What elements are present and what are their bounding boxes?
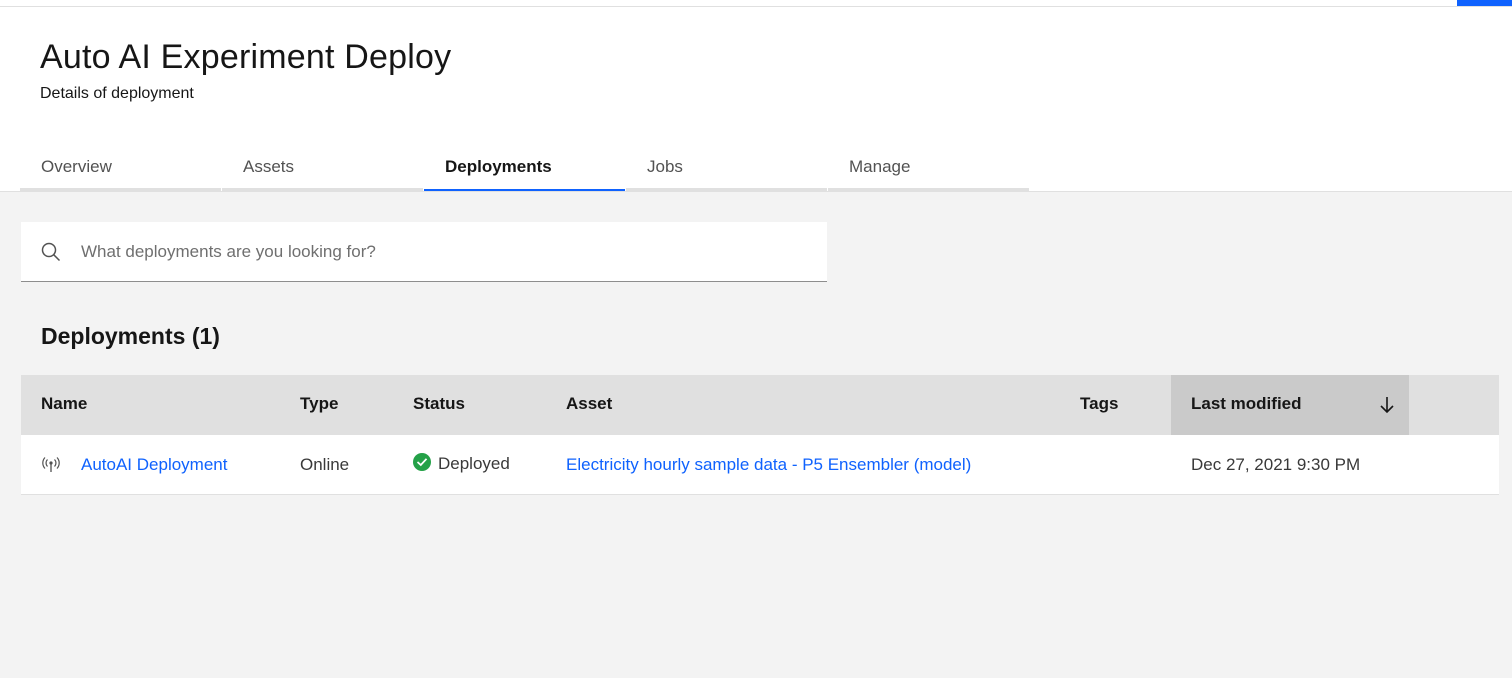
search-input[interactable] — [81, 222, 811, 281]
column-header-name[interactable]: Name — [41, 375, 87, 435]
search-bar — [21, 222, 827, 282]
table-header: Name Type Status Asset Tags Last modifie… — [21, 375, 1499, 435]
page-title: Auto AI Experiment Deploy — [40, 38, 452, 76]
deployment-name-link[interactable]: AutoAI Deployment — [81, 435, 227, 495]
top-strip — [0, 0, 1512, 7]
tab-jobs[interactable]: Jobs — [626, 149, 827, 191]
column-header-type[interactable]: Type — [300, 375, 338, 435]
tab-deployments[interactable]: Deployments — [424, 149, 625, 191]
column-header-status[interactable]: Status — [413, 375, 465, 435]
tab-bar: Overview Assets Deployments Jobs Manage — [20, 149, 1030, 191]
table-row: AutoAI Deployment Online Deployed Electr… — [21, 435, 1499, 495]
deployments-table: Name Type Status Asset Tags Last modifie… — [21, 375, 1499, 495]
tab-assets[interactable]: Assets — [222, 149, 423, 191]
deployment-status-label: Deployed — [438, 454, 510, 473]
top-accent-bar — [1457, 0, 1512, 6]
deployment-asset-link[interactable]: Electricity hourly sample data - P5 Ense… — [566, 435, 971, 495]
page-header: Auto AI Experiment Deploy Details of dep… — [0, 7, 1512, 192]
deployment-online-icon — [42, 457, 60, 472]
column-header-tags[interactable]: Tags — [1080, 375, 1118, 435]
arrow-down-icon[interactable] — [1377, 394, 1397, 416]
tab-manage[interactable]: Manage — [828, 149, 1029, 191]
deployment-status: Deployed — [413, 435, 510, 495]
deployment-type: Online — [300, 455, 350, 474]
column-header-asset[interactable]: Asset — [566, 375, 612, 435]
page-subtitle: Details of deployment — [40, 85, 194, 102]
search-icon — [41, 242, 61, 262]
column-header-last-modified[interactable]: Last modified — [1171, 375, 1409, 435]
tab-overview[interactable]: Overview — [20, 149, 221, 191]
deployments-section-title: Deployments (1) — [41, 323, 220, 349]
checkmark-filled-icon — [413, 453, 431, 471]
column-header-last-modified-label: Last modified — [1191, 394, 1302, 413]
deployment-last-modified: Dec 27, 2021 9:30 PM — [1191, 455, 1361, 474]
